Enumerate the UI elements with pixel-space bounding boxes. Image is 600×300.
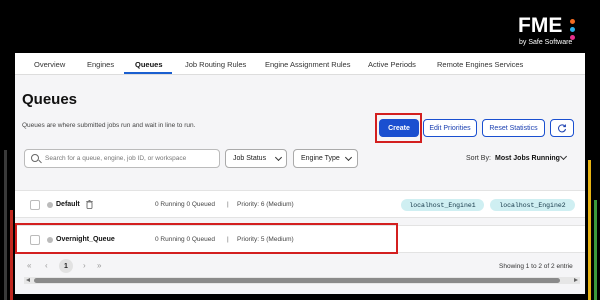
active-tab-indicator — [124, 72, 172, 74]
highlight-overnight-queue-row — [15, 223, 398, 254]
sort-chevron-down-icon[interactable] — [559, 152, 568, 161]
tab-job-routing-rules[interactable]: Job Routing Rules — [185, 60, 246, 69]
logo-dot-blue — [570, 27, 575, 32]
queue-priority: Priority: 6 (Medium) — [237, 201, 294, 208]
prev-page-button[interactable]: ‹ — [45, 261, 48, 270]
refresh-button[interactable] — [550, 119, 574, 137]
table-row[interactable]: Default 0 Running 0 Queued | Priority: 6… — [15, 190, 585, 218]
next-page-button[interactable]: › — [83, 261, 86, 270]
refresh-icon — [558, 124, 566, 133]
sort-dropdown[interactable]: Most Jobs Running — [495, 155, 560, 162]
search-input[interactable] — [45, 150, 217, 167]
scrollbar-thumb[interactable] — [34, 278, 560, 283]
tab-overview[interactable]: Overview — [34, 60, 65, 69]
tab-bar: Overview Engines Queues Job Routing Rule… — [15, 53, 585, 75]
engine-tag[interactable]: localhost_Engine1 — [401, 199, 484, 211]
page-description: Queues are where submitted jobs run and … — [22, 122, 196, 129]
tab-engines[interactable]: Engines — [87, 60, 114, 69]
first-page-button[interactable]: « — [27, 261, 31, 270]
sort-label: Sort By: — [466, 155, 491, 162]
search-box — [24, 149, 220, 168]
row-checkbox[interactable] — [30, 200, 40, 210]
page-title: Queues — [22, 91, 78, 108]
job-status-dropdown[interactable]: Job Status — [225, 149, 287, 168]
job-status-label: Job Status — [233, 155, 267, 162]
scroll-left-arrow-icon[interactable] — [26, 278, 30, 282]
edit-priorities-button[interactable]: Edit Priorities — [423, 119, 477, 137]
chevron-down-icon — [274, 153, 283, 162]
tab-remote-engines-services[interactable]: Remote Engines Services — [437, 60, 523, 69]
horizontal-scrollbar[interactable] — [24, 277, 580, 284]
queues-panel: Overview Engines Queues Job Routing Rule… — [15, 53, 585, 294]
tab-engine-assignment-rules[interactable]: Engine Assignment Rules — [265, 60, 350, 69]
search-icon — [31, 154, 39, 162]
engine-type-dropdown[interactable]: Engine Type — [293, 149, 358, 168]
logo-subtitle: by Safe Software — [519, 39, 573, 46]
logo-text: FME — [518, 14, 563, 37]
last-page-button[interactable]: » — [97, 261, 101, 270]
fme-logo: FME by Safe Software — [518, 14, 590, 48]
trash-icon[interactable] — [86, 200, 93, 209]
page-number-current[interactable]: 1 — [59, 259, 73, 273]
tab-active-periods[interactable]: Active Periods — [368, 60, 416, 69]
scroll-right-arrow-icon[interactable] — [574, 278, 578, 282]
pagination-summary: Showing 1 to 2 of 2 entrie — [499, 263, 573, 270]
chevron-down-icon — [344, 153, 353, 162]
queue-name[interactable]: Default — [56, 201, 80, 208]
engine-type-label: Engine Type — [301, 155, 340, 162]
divider: | — [227, 201, 229, 208]
engine-tag[interactable]: localhost_Engine2 — [490, 199, 575, 211]
status-indicator — [47, 202, 53, 208]
tab-queues[interactable]: Queues — [135, 60, 163, 69]
reset-statistics-button[interactable]: Reset Statistics — [482, 119, 545, 137]
queue-stats: 0 Running 0 Queued — [155, 201, 215, 208]
logo-dot-orange — [570, 19, 575, 24]
highlight-create-button — [375, 113, 422, 143]
